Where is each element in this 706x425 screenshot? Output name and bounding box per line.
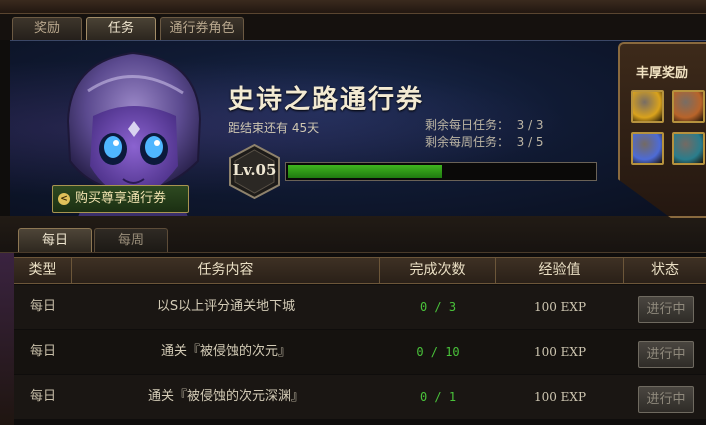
row-exp: 100 EXP — [533, 345, 587, 359]
row-task-description: 以S以上评分通关地下城 — [156, 299, 296, 314]
task-table: 类型 任务内容 完成次数 经验值 状态 每日 以S以上评分通关地下城 0 / 3… — [14, 253, 706, 425]
header-status: 状态 — [651, 262, 679, 278]
battle-pass-window: 奖励 任务 通行券角色 史诗之路通行券 距结束还有 45天 剩余每日任务： 3 … — [0, 0, 706, 425]
header-completion-count: 完成次数 — [380, 258, 496, 283]
table-row: 每日 通关『被侵蚀的次元深渊』 0 / 1 100 EXP 进行中 — [14, 375, 706, 419]
row-type: 每日 — [29, 344, 56, 359]
header-type: 类型 — [14, 258, 72, 283]
row-task-description: 通关『被侵蚀的次元深渊』 — [147, 389, 304, 404]
level-label: Lv.05 — [232, 161, 277, 179]
status-in-progress-button[interactable]: 进行中 — [638, 341, 694, 368]
row-exp: 100 EXP — [533, 390, 587, 404]
status-in-progress-button[interactable]: 进行中 — [638, 386, 694, 413]
weekly-quota: 剩余每周任务： 3 / 5 — [425, 135, 544, 149]
row-completion-count: 0 / 10 — [416, 345, 460, 359]
row-task-description: 通关『被侵蚀的次元』 — [160, 344, 291, 359]
header-experience: 经验值 — [496, 258, 624, 283]
side-decoration — [0, 253, 14, 425]
row-completion-count: 0 / 3 — [419, 300, 457, 314]
window-title-strip — [0, 0, 706, 14]
treasure-box-icon[interactable] — [672, 90, 705, 123]
header-task-content: 任务内容 — [72, 258, 380, 283]
tab-weekly[interactable]: 每周 — [94, 228, 168, 252]
reward-panel-title: 丰厚奖励 — [636, 66, 689, 81]
status-in-progress-button[interactable]: 进行中 — [638, 296, 694, 323]
tab-rewards[interactable]: 奖励 — [12, 17, 82, 40]
row-type: 每日 — [29, 299, 56, 314]
buy-premium-pass-label: 购买尊享通行券 — [75, 191, 167, 206]
pass-banner: 史诗之路通行券 距结束还有 45天 剩余每日任务： 3 / 3 剩余每周任务： … — [10, 40, 706, 216]
pass-title: 史诗之路通行券 — [228, 85, 425, 115]
tab-tasks[interactable]: 任务 — [86, 17, 156, 40]
row-exp: 100 EXP — [533, 300, 587, 314]
gold-chest-icon[interactable] — [631, 90, 664, 123]
daily-quota: 剩余每日任务： 3 / 3 — [425, 118, 544, 132]
chevron-left-icon: < — [58, 193, 70, 205]
xp-progress-bar — [285, 162, 597, 181]
task-period-tabs: 每日 每周 — [0, 216, 706, 253]
task-table-header: 类型 任务内容 完成次数 经验值 状态 — [14, 257, 706, 284]
row-type: 每日 — [29, 389, 56, 404]
main-tab-bar: 奖励 任务 通行券角色 — [0, 14, 706, 40]
tab-daily[interactable]: 每日 — [18, 228, 92, 252]
table-row: 每日 通关『被侵蚀的次元』 0 / 10 100 EXP 进行中 — [14, 330, 706, 374]
pass-time-remaining: 距结束还有 45天 — [228, 121, 320, 135]
plus-ten-card-icon[interactable] — [631, 132, 664, 165]
tab-pass-characters[interactable]: 通行券角色 — [160, 17, 244, 40]
table-row: 每日 以S以上评分通关地下城 0 / 3 100 EXP 进行中 — [14, 285, 706, 329]
xp-progress-fill — [288, 165, 442, 178]
row-completion-count: 0 / 1 — [419, 390, 457, 404]
buy-premium-pass-button[interactable]: < 购买尊享通行券 — [52, 185, 189, 213]
blue-gem-icon[interactable] — [672, 132, 705, 165]
